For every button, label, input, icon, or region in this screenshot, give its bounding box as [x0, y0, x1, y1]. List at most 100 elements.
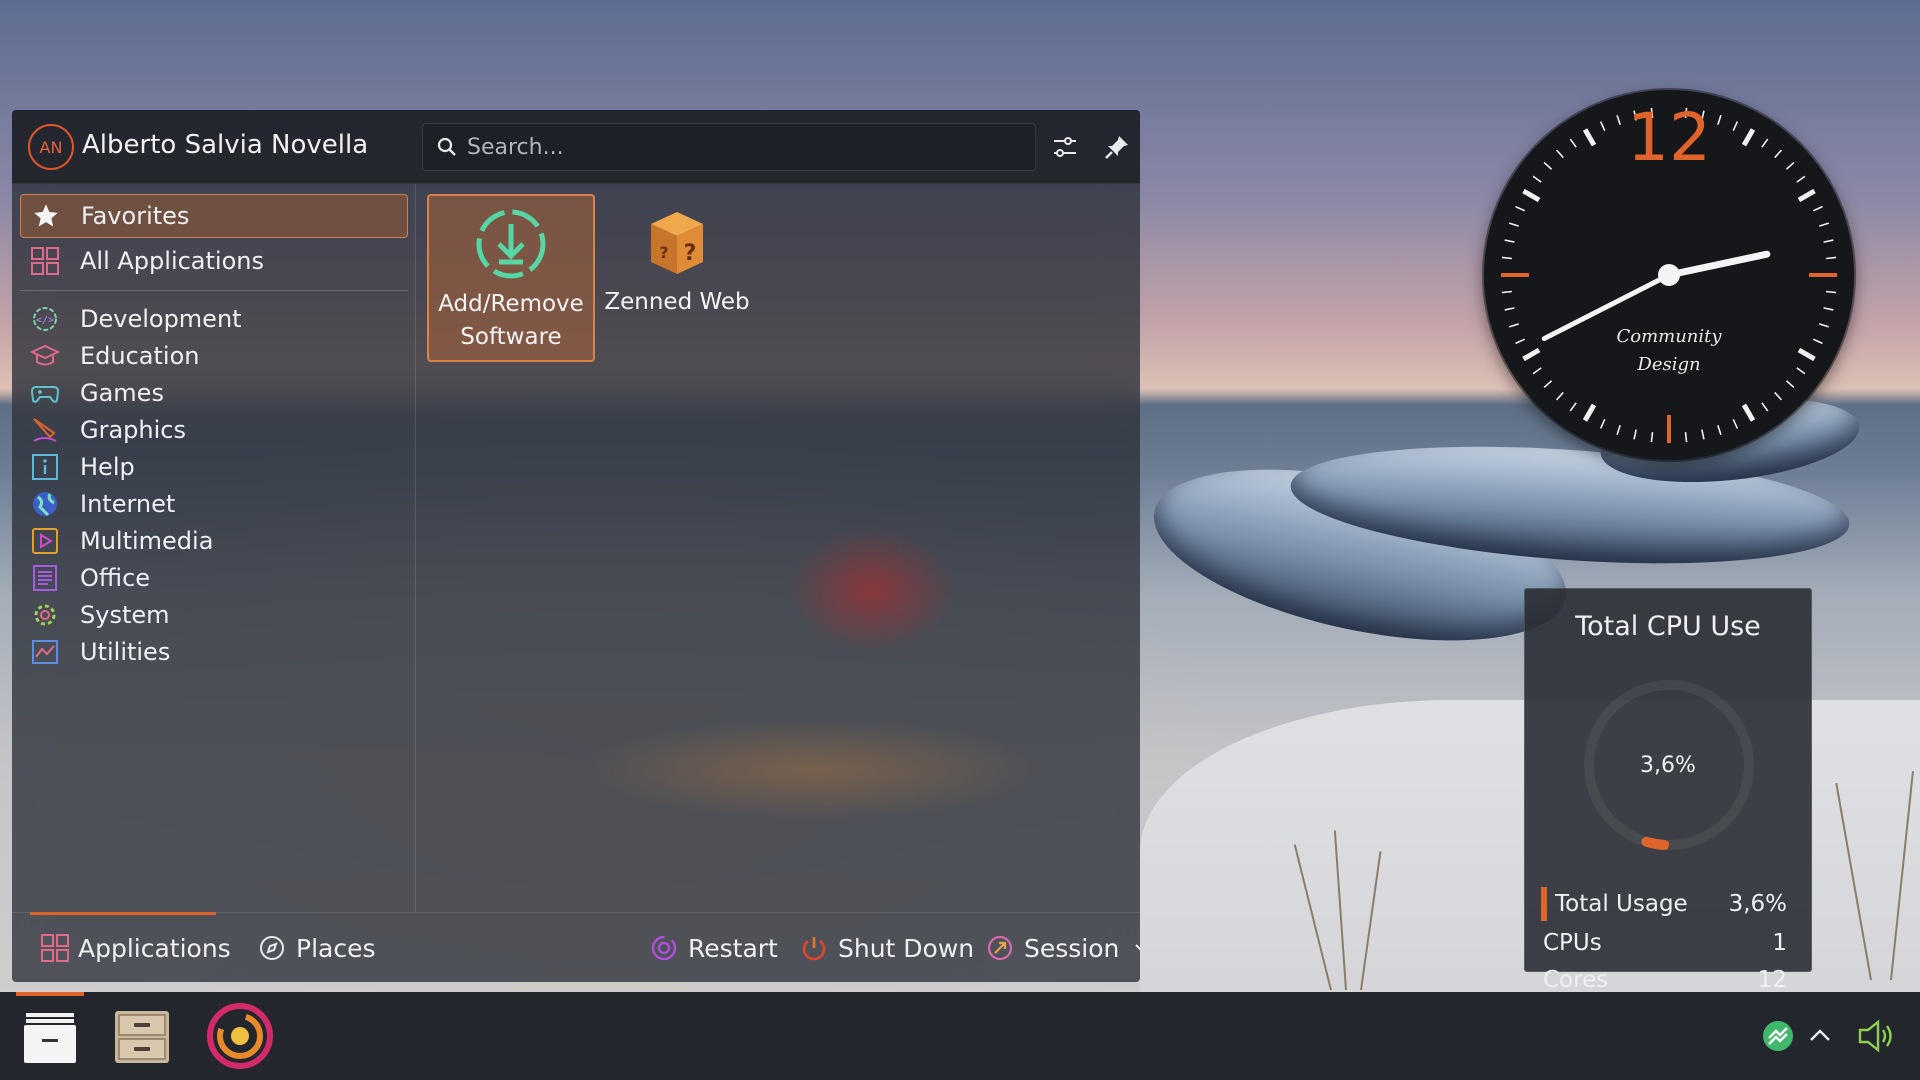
- volume-icon: [1858, 1019, 1892, 1053]
- sidebar-separator: [20, 290, 408, 291]
- clock-minute-tick: [1796, 367, 1806, 375]
- grid-icon: [28, 244, 62, 278]
- sidebar-item-label: Internet: [80, 490, 176, 518]
- tab-label: Places: [296, 933, 376, 963]
- clock-minute-tick: [1826, 290, 1837, 294]
- restart-icon: [648, 932, 680, 964]
- pin-icon: [1105, 136, 1128, 159]
- cpu-row-cpus: CPUs 1: [1543, 926, 1787, 960]
- clock-hour-marker: [1741, 128, 1756, 147]
- clock-hour-marker: [1582, 403, 1597, 422]
- search-input[interactable]: [467, 134, 1027, 160]
- clock-minute-tick: [1732, 419, 1739, 429]
- action-label: Session: [1024, 933, 1120, 963]
- row-label: Total Usage: [1555, 891, 1688, 917]
- clock-minute-tick: [1826, 256, 1837, 260]
- sidebar-item-favorites[interactable]: Favorites: [20, 194, 408, 238]
- sidebar-item-label: Multimedia: [80, 527, 214, 555]
- clock-hour-marker: [1522, 188, 1541, 203]
- taskbar: [0, 992, 1920, 1080]
- sidebar-item-utilities[interactable]: Utilities: [20, 630, 408, 674]
- configure-button[interactable]: [1048, 130, 1082, 164]
- clock-hour-marker: [1522, 347, 1541, 362]
- avatar-initials: AN: [39, 137, 63, 157]
- clock-minute-tick: [1508, 222, 1519, 227]
- clock-caption: Design: [1636, 354, 1700, 375]
- globe-icon: [28, 487, 62, 521]
- clock-minute-tick: [1599, 121, 1606, 131]
- app-add-remove-software[interactable]: Add/Remove Software: [427, 194, 595, 362]
- launcher-header: AN Alberto Salvia Novella: [12, 110, 1140, 184]
- sidebar-item-label: All Applications: [80, 247, 264, 275]
- cpu-row-total-usage: Total Usage 3,6%: [1541, 887, 1787, 921]
- clock-caption: Community: [1616, 326, 1722, 347]
- shutdown-button[interactable]: Shut Down: [798, 913, 974, 982]
- file-manager-icon: [115, 1011, 169, 1063]
- pin-button[interactable]: [1100, 130, 1134, 164]
- compass-icon: [256, 932, 288, 964]
- avatar[interactable]: AN: [28, 124, 74, 170]
- graphics-icon: [28, 413, 62, 447]
- sidebar-item-label: Development: [80, 305, 242, 333]
- app-zenned-web[interactable]: ? ? Zenned Web: [593, 194, 761, 362]
- sidebar-item-all-applications[interactable]: All Applications: [20, 239, 408, 283]
- clock-minute-tick: [1823, 307, 1834, 311]
- task-browser[interactable]: [200, 992, 280, 1080]
- clock-minute-tick: [1717, 114, 1722, 125]
- svg-text:?: ?: [659, 243, 668, 262]
- app-label: Zenned Web: [604, 289, 750, 315]
- clock-minute-tick: [1774, 391, 1783, 401]
- user-name: Alberto Salvia Novella: [82, 130, 369, 160]
- help-icon: [28, 450, 62, 484]
- session-button[interactable]: Session: [984, 913, 1140, 982]
- task-file-manager[interactable]: [102, 992, 182, 1080]
- clock-minute-tick: [1813, 205, 1823, 212]
- row-value: 12: [1757, 967, 1787, 993]
- row-value: 1: [1772, 930, 1787, 956]
- sidebar-item-label: Education: [80, 342, 200, 370]
- row-label: CPUs: [1543, 930, 1602, 956]
- application-launcher: AN Alberto Salvia Novella Favorites All …: [12, 110, 1140, 982]
- tab-applications[interactable]: Applications: [24, 912, 231, 982]
- clock-minute-tick: [1501, 290, 1512, 294]
- clock-hour-marker: [1797, 347, 1816, 362]
- clock-minute-tick: [1515, 205, 1525, 212]
- system-gear-icon: [28, 598, 62, 632]
- clock-minute-tick: [1569, 402, 1577, 412]
- sidebar-item-label: Utilities: [80, 638, 171, 666]
- clock-minute-tick: [1633, 429, 1637, 440]
- clock-minute-tick: [1684, 432, 1688, 443]
- clock-center-pin: [1658, 264, 1680, 286]
- tab-label: Applications: [78, 933, 231, 963]
- sidebar-item-label: System: [80, 601, 170, 629]
- clock-minute-tick: [1819, 323, 1830, 328]
- tray-expand[interactable]: [1798, 1014, 1842, 1058]
- search-box[interactable]: [422, 123, 1036, 171]
- sidebar-item-label: Help: [80, 453, 135, 481]
- multimedia-icon: [28, 524, 62, 558]
- analog-clock-widget[interactable]: 12 Community Design: [1484, 90, 1854, 460]
- configure-icon: [1054, 137, 1076, 157]
- software-install-icon: [476, 209, 546, 279]
- clock-hour-marker: [1582, 128, 1597, 147]
- tab-places[interactable]: Places: [256, 913, 376, 982]
- application-menu-icon: [24, 1013, 76, 1063]
- question-box-icon: ? ?: [651, 212, 703, 274]
- tray-volume[interactable]: [1854, 1014, 1898, 1058]
- tray-network[interactable]: [1756, 1014, 1800, 1058]
- cpu-gauge-fill: [1641, 836, 1670, 850]
- clock-minute-tick: [1774, 149, 1783, 159]
- clock-minute-tick: [1650, 432, 1654, 443]
- clock-minute-tick: [1717, 425, 1722, 436]
- education-icon: [28, 339, 62, 373]
- clock-minute-tick: [1796, 175, 1806, 183]
- session-icon: [984, 932, 1016, 964]
- gamepad-icon: [28, 376, 62, 410]
- action-label: Shut Down: [838, 933, 975, 963]
- clock-minute-tick: [1819, 222, 1830, 227]
- task-application-menu[interactable]: [10, 992, 90, 1080]
- app-label: Software: [460, 324, 562, 350]
- clock-minute-tick: [1701, 429, 1705, 440]
- cpu-usage-widget[interactable]: Total CPU Use 3,6% Total Usage 3,6% CPUs…: [1524, 588, 1812, 993]
- restart-button[interactable]: Restart: [648, 913, 778, 982]
